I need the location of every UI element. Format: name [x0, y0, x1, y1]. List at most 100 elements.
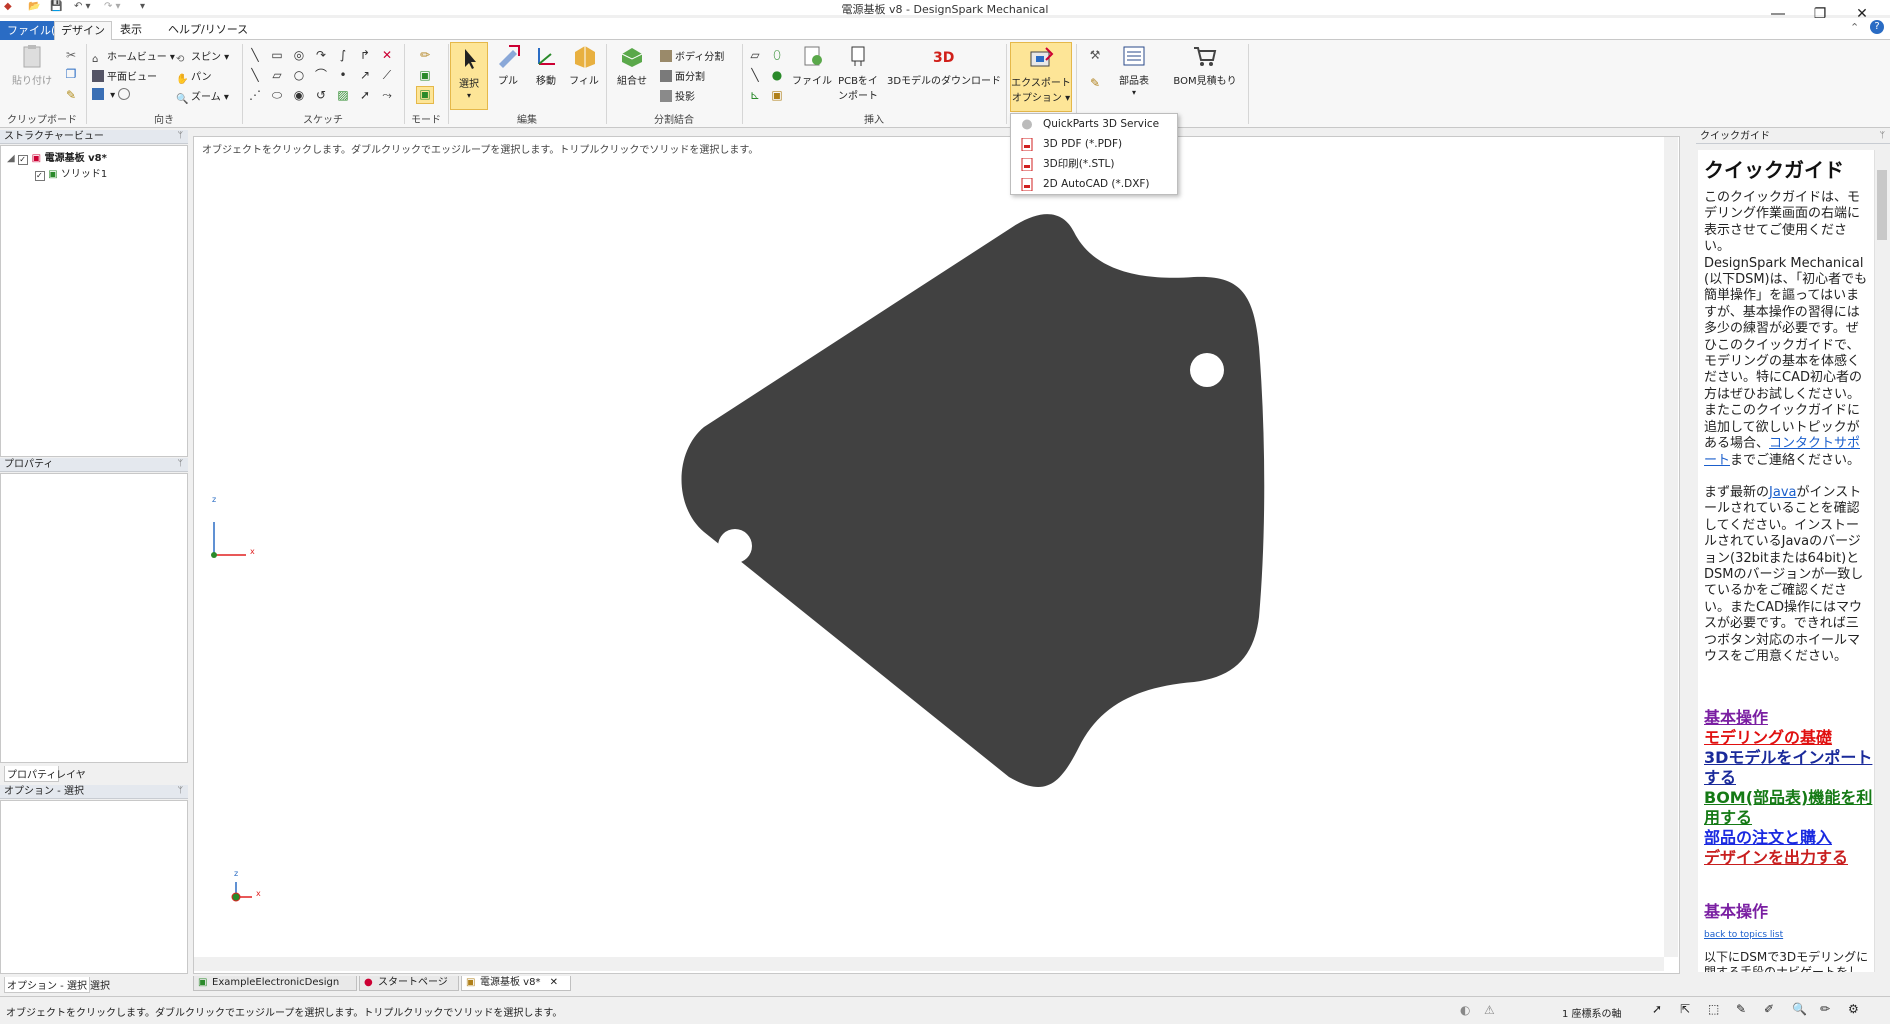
shell-insert-icon[interactable]: ▣ [770, 88, 784, 102]
combine-button[interactable]: 組合せ [610, 44, 654, 87]
point-tool-icon[interactable]: • [336, 68, 350, 82]
tab-design[interactable]: デザイン [54, 21, 112, 40]
rectangle-tool-icon[interactable]: ▭ [270, 48, 284, 62]
project-edge-icon[interactable]: ▨ [336, 88, 350, 102]
ellipse-tool-2-icon[interactable]: ⬭ [270, 88, 284, 102]
topic-link-bom[interactable]: BOM(部品表)機能を利用する [1704, 788, 1874, 828]
arc-tool-icon[interactable]: ↷ [314, 48, 328, 62]
extend-tool-icon[interactable]: ⤳ [380, 88, 394, 102]
split-face-button[interactable]: 面分割 [660, 68, 705, 83]
circle-tool-icon[interactable]: ◎ [292, 48, 306, 62]
doc-tab-example[interactable]: ▣ ExampleElectronicDesign [193, 976, 357, 991]
construction-line-icon[interactable]: ⋰ [248, 88, 262, 102]
help-icon[interactable]: ? [1870, 20, 1884, 34]
pan-button[interactable]: ✋ パン [176, 68, 212, 86]
polygon-tool-icon[interactable]: ▱ [270, 68, 284, 82]
mirror-tool-icon[interactable]: ⟋ [380, 68, 394, 82]
java-link[interactable]: Java [1769, 485, 1796, 500]
status-select-icon[interactable]: ➚ [1652, 1002, 1662, 1016]
menu-item-quickparts[interactable]: QuickParts 3D Service [1011, 114, 1177, 134]
import-pcb-button[interactable]: PCBをイ ンポート [834, 44, 882, 102]
status-visibility-icon[interactable]: ◐ [1460, 1003, 1470, 1017]
scrollbar-thumb[interactable] [1877, 170, 1887, 240]
bom-quote-button[interactable]: BOM見積もり [1168, 44, 1242, 87]
pin-icon[interactable]: ᛘ [178, 785, 183, 798]
fill-button[interactable]: フィル [566, 44, 602, 87]
tab-properties[interactable]: プロパティ [4, 766, 60, 782]
status-zoom-icon[interactable]: 🔍 [1792, 1002, 1807, 1016]
split-body-button[interactable]: ボディ分割 [660, 48, 724, 63]
sketch-mode-icon[interactable]: ✏ [418, 48, 432, 62]
cylinder-insert-icon[interactable]: ⬯ [770, 48, 784, 62]
pcb-board-shape[interactable] [681, 214, 1265, 787]
status-paint-icon[interactable]: ✐ [1764, 1002, 1774, 1016]
axis-insert-icon[interactable]: ╲ [748, 68, 762, 82]
checkbox-icon[interactable]: ✓ [35, 171, 45, 181]
status-settings-icon[interactable]: ⚙ [1848, 1002, 1859, 1016]
viewport-vertical-scrollbar[interactable] [1664, 137, 1678, 957]
pin-icon[interactable]: ᛘ [1880, 130, 1885, 143]
trim-tool-icon[interactable]: ✕ [380, 48, 394, 62]
status-pen-icon[interactable]: ✏ [1820, 1002, 1830, 1016]
coord-system-label[interactable]: 1 座標系の軸 [1562, 1005, 1622, 1020]
copy-icon[interactable]: ❐ [64, 67, 78, 81]
tab-layers[interactable]: レイヤ [56, 766, 86, 781]
concentric-circle-icon[interactable]: ◉ [292, 88, 306, 102]
ellipse-tool-icon[interactable]: ○ [292, 68, 306, 82]
mounting-hole[interactable] [718, 529, 752, 563]
pin-icon[interactable]: ᛘ [178, 458, 183, 471]
tab-view[interactable]: 表示 [114, 21, 148, 40]
topic-link-basic-ops[interactable]: 基本操作 [1704, 708, 1874, 728]
3d-mode-icon[interactable]: ▣ [416, 86, 434, 104]
tree-root-item[interactable]: ◢ ✓ ▣ 電源基板 v8* [7, 149, 107, 165]
bom-edit-icon[interactable]: ✎ [1088, 76, 1102, 90]
home-view-button[interactable]: ⌂ ホームビュー ▾ [92, 48, 175, 66]
format-painter-icon[interactable]: ✎ [64, 88, 78, 102]
move-button[interactable]: 移動 [528, 44, 564, 87]
model-canvas[interactable] [194, 137, 1679, 973]
three-point-arc-icon[interactable]: ⌒ [314, 68, 328, 82]
insert-file-button[interactable]: ファイル [792, 44, 832, 87]
export-options-button[interactable]: エクスポート オプション ▾ [1010, 42, 1072, 112]
quick-guide-h-scrollbar[interactable] [1698, 975, 1874, 989]
topic-link-import-3d[interactable]: 3Dモデルをインポートする [1704, 748, 1874, 788]
tab-select[interactable]: 選択 [90, 977, 110, 992]
status-cursor-icon[interactable]: ⇱ [1680, 1002, 1690, 1016]
plane-view-button[interactable]: 平面ビュー [92, 68, 157, 83]
mounting-hole[interactable] [1190, 703, 1224, 737]
expand-icon[interactable]: ◢ [7, 153, 15, 164]
topic-link-modeling-basics[interactable]: モデリングの基礎 [1704, 728, 1874, 748]
bend-tool-icon[interactable]: ➚ [358, 88, 372, 102]
line-tool-icon[interactable]: ╲ [248, 48, 262, 62]
menu-item-autocad-dxf[interactable]: 2D AutoCAD (*.DXF) [1011, 174, 1177, 194]
menu-item-3d-print-stl[interactable]: 3D印刷(*.STL) [1011, 154, 1177, 174]
origin-insert-icon[interactable]: ⊾ [748, 88, 762, 102]
3d-viewport[interactable]: オブジェクトをクリックします。ダブルクリックでエッジループを選択します。トリプル… [193, 136, 1680, 974]
offset-tool-icon[interactable]: ↗ [358, 68, 372, 82]
topic-link-export-design[interactable]: デザインを出力する [1704, 848, 1874, 868]
sweep-arc-icon[interactable]: ↺ [314, 88, 328, 102]
spline-tool-icon[interactable]: ∫ [336, 48, 350, 62]
view-cube-button[interactable]: ▾ [92, 88, 133, 101]
viewport-horizontal-scrollbar[interactable] [194, 957, 1664, 971]
mounting-hole[interactable] [1190, 353, 1224, 387]
tab-help-resources[interactable]: ヘルプ/リソース [162, 21, 254, 40]
close-tab-icon[interactable]: ✕ [550, 977, 558, 988]
section-mode-icon[interactable]: ▣ [418, 68, 432, 82]
zoom-button[interactable]: 🔍 ズーム ▾ [176, 88, 229, 106]
pin-icon[interactable]: ᛘ [178, 130, 183, 143]
pull-button[interactable]: プル [490, 44, 526, 87]
sphere-insert-icon[interactable]: ● [770, 68, 784, 82]
menu-item-3d-pdf[interactable]: 3D PDF (*.PDF) [1011, 134, 1177, 154]
select-button[interactable]: 選択 ▾ [450, 42, 488, 110]
project-button[interactable]: 投影 [660, 88, 695, 103]
parts-list-button[interactable]: 部品表 ▾ [1112, 44, 1156, 98]
paste-button[interactable]: 貼り付け [8, 44, 56, 87]
tools-icon[interactable]: ⚒ [1088, 48, 1102, 62]
back-to-topics-link[interactable]: back to topics list [1704, 930, 1783, 940]
tangent-line-icon[interactable]: ╲ [248, 68, 262, 82]
tree-child-item[interactable]: ✓ ▣ ソリッド1 [35, 165, 107, 181]
status-lasso-icon[interactable]: ✎ [1736, 1002, 1746, 1016]
plane-insert-icon[interactable]: ▱ [748, 48, 762, 62]
ribbon-collapse-icon[interactable]: ⌃ [1850, 21, 1859, 34]
